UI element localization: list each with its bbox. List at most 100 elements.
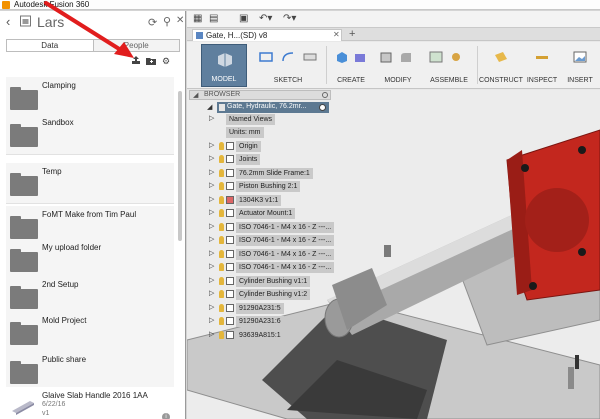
undo-icon[interactable]: ↶▾ xyxy=(259,13,272,24)
visibility-bulb-icon[interactable] xyxy=(219,196,224,204)
grid-menu-icon[interactable]: ▦ xyxy=(193,13,202,24)
expand-arrow-icon[interactable]: ▷ xyxy=(209,262,214,270)
model-workspace-button[interactable]: MODEL xyxy=(201,44,247,87)
create-group[interactable]: CREATE xyxy=(329,44,373,87)
browser-node-label: 91290A231:5 xyxy=(236,303,284,314)
expand-arrow-icon[interactable]: ▷ xyxy=(209,316,214,324)
browser-node-label: Units: mm xyxy=(226,127,264,138)
construct-group[interactable]: CONSTRUCT xyxy=(479,44,523,87)
refresh-icon[interactable]: ⟳ xyxy=(148,16,157,29)
search-icon[interactable]: ⚲ xyxy=(163,15,171,28)
browser-header[interactable]: ◢ BROWSER xyxy=(189,90,331,100)
new-folder-icon[interactable] xyxy=(146,56,156,65)
save-icon[interactable]: ▣ xyxy=(239,13,248,24)
expand-arrow-icon[interactable]: ▷ xyxy=(209,154,214,162)
folder-icon xyxy=(10,286,38,309)
visibility-bulb-icon[interactable] xyxy=(219,142,224,150)
file-menu-icon[interactable]: ▤ xyxy=(209,13,218,24)
modify-group[interactable]: MODIFY xyxy=(375,44,421,87)
expand-arrow-icon[interactable]: ▷ xyxy=(209,181,214,189)
visibility-bulb-icon[interactable] xyxy=(219,250,224,258)
browser-node-label: Named Views xyxy=(226,114,276,125)
expand-arrow-icon[interactable]: ▷ xyxy=(209,235,214,243)
visibility-bulb-icon[interactable] xyxy=(219,209,224,217)
browser-node-label: 93639A815:1 xyxy=(236,330,284,341)
activate-icon[interactable] xyxy=(319,104,326,111)
expand-arrow-icon[interactable]: ▷ xyxy=(209,208,214,216)
collapse-arrow-icon[interactable]: ◢ xyxy=(193,91,198,99)
folder-icon xyxy=(10,87,38,110)
browser-title: BROWSER xyxy=(204,91,241,98)
list-item[interactable]: Clamping xyxy=(6,77,174,118)
expand-arrow-icon[interactable]: ▷ xyxy=(209,222,214,230)
title-bar: Autodesk Fusion 360 xyxy=(0,0,600,10)
folder-icon xyxy=(10,361,38,384)
list-item[interactable]: Mold Project xyxy=(6,312,174,353)
sketch-icon xyxy=(259,52,273,62)
inspect-label: INSPECT xyxy=(526,77,558,84)
visibility-bulb-icon[interactable] xyxy=(219,263,224,271)
data-panel-tools: ⚙ xyxy=(0,56,185,70)
insert-group[interactable]: INSERT xyxy=(562,44,598,87)
list-item[interactable]: 2nd Setup xyxy=(6,276,174,317)
visibility-bulb-icon[interactable] xyxy=(219,182,224,190)
expand-arrow-icon[interactable]: ▷ xyxy=(209,249,214,257)
redo-icon[interactable]: ↷▾ xyxy=(283,13,296,24)
stop-sketch-icon xyxy=(303,53,317,61)
expand-arrow-icon[interactable]: ▷ xyxy=(209,303,214,311)
info-icon[interactable]: i xyxy=(162,413,170,419)
file-item[interactable]: Glaive Slab Handle 2016 1AA 6/22/16 v1 i xyxy=(6,387,174,419)
visibility-bulb-icon[interactable] xyxy=(219,236,224,244)
component-icon xyxy=(219,104,225,111)
tab-data[interactable]: Data xyxy=(7,40,94,51)
document-tab[interactable]: Gate, H...(SD) v8 ✕ xyxy=(192,29,342,41)
scrollbar[interactable] xyxy=(178,91,182,241)
expand-arrow-icon[interactable]: ▷ xyxy=(209,168,214,176)
pin-icon[interactable] xyxy=(322,92,328,98)
ribbon-toolbar: MODEL SKETCH CREATE MODIFY ASSEMBLE CONS xyxy=(187,42,600,89)
expand-arrow-icon[interactable]: ▷ xyxy=(209,289,214,297)
browser-node-label: 91290A231:6 xyxy=(236,316,284,327)
upload-icon[interactable] xyxy=(131,56,141,65)
visibility-bulb-icon[interactable] xyxy=(219,304,224,312)
close-tab-icon[interactable]: ✕ xyxy=(333,30,340,39)
expand-arrow-icon[interactable]: ▷ xyxy=(209,195,214,203)
component-icon xyxy=(226,250,234,258)
visibility-bulb-icon[interactable] xyxy=(219,290,224,298)
visibility-bulb-icon[interactable] xyxy=(219,331,224,339)
new-tab-icon[interactable]: + xyxy=(349,28,355,40)
component-icon xyxy=(226,223,234,231)
folder-icon xyxy=(10,322,38,345)
tab-people[interactable]: People xyxy=(93,40,179,51)
list-item[interactable]: Sandbox xyxy=(6,114,174,155)
data-panel-tabs: Data People xyxy=(6,39,180,52)
visibility-bulb-icon[interactable] xyxy=(219,223,224,231)
assemble-group[interactable]: ASSEMBLE xyxy=(423,44,475,87)
expand-arrow-icon[interactable]: ▷ xyxy=(209,276,214,284)
sketch-group[interactable]: SKETCH xyxy=(253,44,323,87)
expand-arrow-icon[interactable]: ▷ xyxy=(209,141,214,149)
visibility-bulb-icon[interactable] xyxy=(219,317,224,325)
list-item[interactable]: Public share xyxy=(6,351,174,392)
gear-icon[interactable]: ⚙ xyxy=(162,56,170,67)
visibility-bulb-icon[interactable] xyxy=(219,277,224,285)
expand-arrow-icon[interactable]: ▷ xyxy=(209,330,214,338)
browser-node-label: ISO 7046-1 - M4 x 16 - Z ---... xyxy=(236,235,335,246)
list-item[interactable]: Temp xyxy=(6,163,174,204)
expand-arrow-icon[interactable]: ▷ xyxy=(209,114,214,122)
visibility-bulb-icon[interactable] xyxy=(219,155,224,163)
expand-arrow-icon[interactable]: ◢ xyxy=(207,103,212,111)
list-item[interactable]: My upload folder xyxy=(6,239,174,280)
project-name[interactable]: Lars xyxy=(37,14,64,30)
visibility-bulb-icon[interactable] xyxy=(219,169,224,177)
inspect-group[interactable]: INSPECT xyxy=(524,44,560,87)
component-icon xyxy=(226,209,234,217)
assemble-label: ASSEMBLE xyxy=(430,77,468,84)
component-icon xyxy=(226,169,234,177)
document-tabs: Gate, H...(SD) v8 ✕ + xyxy=(187,28,600,41)
close-icon[interactable]: ✕ xyxy=(176,15,184,26)
back-icon[interactable]: ‹ xyxy=(6,14,10,29)
list-item-label: Clamping xyxy=(42,81,76,90)
browser-root[interactable]: Gate, Hydraulic, 76.2mr... xyxy=(217,102,329,113)
fusion-logo-icon xyxy=(2,1,10,9)
